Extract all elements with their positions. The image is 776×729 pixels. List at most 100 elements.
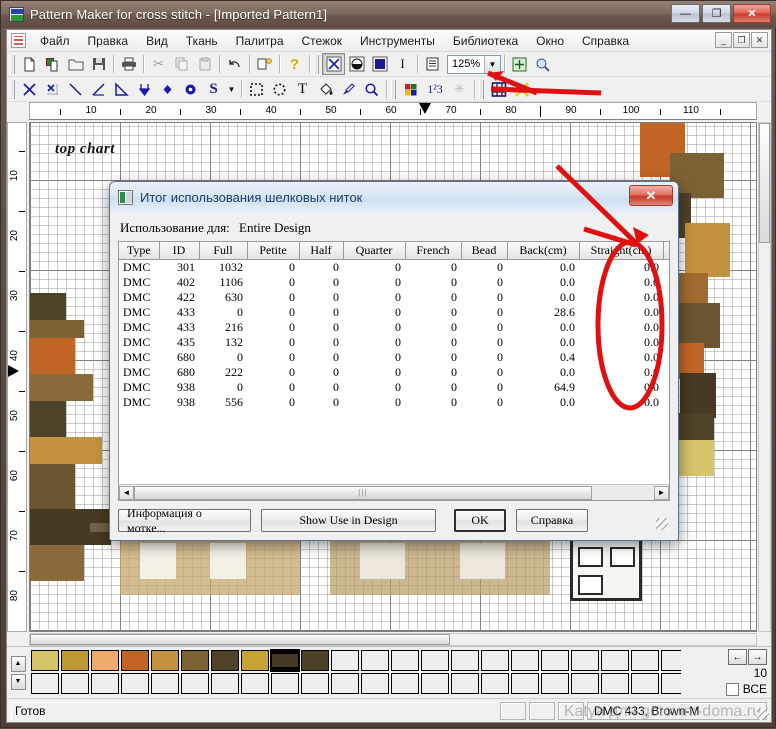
toolbar-grip[interactable] — [10, 79, 15, 99]
cut-icon[interactable]: ✂ — [147, 53, 170, 75]
table-horizontal-scrollbar[interactable]: ◄ ||| ► — [119, 484, 669, 500]
palette-swatch[interactable] — [31, 650, 59, 671]
help-button[interactable]: Справка — [516, 509, 588, 532]
palette-swatch-empty[interactable] — [481, 650, 509, 671]
list-view-icon[interactable] — [421, 53, 444, 75]
palette-swatch-empty[interactable] — [541, 673, 569, 694]
palette-show-all-toggle[interactable]: ВСЕ — [725, 682, 767, 696]
palette-swatch-empty[interactable] — [331, 673, 359, 694]
skein-info-button[interactable]: Информация о мотке... — [118, 506, 251, 535]
vertical-scrollbar-thumb[interactable] — [759, 123, 770, 243]
palette-swatch[interactable] — [121, 650, 149, 671]
help-icon[interactable]: ? — [283, 53, 306, 75]
menu-item-tools[interactable]: Инструменты — [351, 31, 444, 51]
french-knot-icon[interactable] — [156, 78, 179, 100]
numbering-icon[interactable]: 1²3 — [422, 78, 448, 100]
text-cursor-icon[interactable]: I — [391, 53, 414, 75]
import-pattern-icon[interactable] — [41, 53, 64, 75]
palette-swatch-empty[interactable] — [451, 650, 479, 671]
chevron-down-icon[interactable]: ▼ — [484, 55, 500, 73]
table-row[interactable]: DMC6800000000.40.00.01.000 — [119, 350, 669, 365]
menu-item-stitch[interactable]: Стежок — [293, 31, 352, 51]
toolbar-grip[interactable] — [479, 79, 484, 99]
document-restore-button[interactable]: ❐ — [733, 32, 750, 48]
palette-swatch-empty[interactable] — [31, 673, 59, 694]
table-row[interactable]: DMC3011032000000.00.00.01.000 — [119, 260, 669, 275]
table-scroll-region[interactable]: DMC3011032000000.00.00.01.000DMC40211060… — [119, 260, 669, 484]
open-folder-icon[interactable] — [64, 53, 87, 75]
palette-swatch[interactable] — [211, 650, 239, 671]
palette-swatch[interactable] — [151, 650, 179, 671]
palette-swatch-empty[interactable] — [361, 650, 389, 671]
paste-icon[interactable] — [193, 53, 216, 75]
palette-swatch-empty[interactable] — [391, 650, 419, 671]
palette-swatch-empty[interactable] — [511, 650, 539, 671]
minimize-button[interactable]: — — [671, 4, 700, 23]
full-stitch-icon[interactable] — [322, 53, 345, 75]
palette-swatch-empty[interactable] — [421, 673, 449, 694]
palette-swatch[interactable] — [270, 649, 300, 672]
palette-swatch-empty[interactable] — [361, 673, 389, 694]
column-header-type[interactable]: Type — [119, 242, 160, 260]
document-minimize-button[interactable]: _ — [715, 32, 732, 48]
palette-swatch-empty[interactable] — [511, 673, 539, 694]
palette-next-button[interactable]: → — [748, 649, 767, 665]
table-row[interactable]: DMC435132000000.00.00.01.000 — [119, 335, 669, 350]
dialog-resize-grip[interactable] — [656, 518, 668, 530]
menu-item-palette[interactable]: Палитра — [227, 31, 293, 51]
palette-swatch[interactable] — [91, 650, 119, 671]
magnifier-icon[interactable] — [360, 78, 383, 100]
palette-swatch-empty[interactable] — [211, 673, 239, 694]
column-header-spec-cm[interactable]: Spec.(cm) — [663, 242, 669, 260]
palette-swatch-empty[interactable] — [241, 673, 269, 694]
text-tool-icon[interactable]: T — [291, 78, 314, 100]
palette-swatch-empty[interactable] — [571, 650, 599, 671]
column-header-quarter[interactable]: Quarter — [343, 242, 406, 260]
column-header-half[interactable]: Half — [299, 242, 344, 260]
column-header-id[interactable]: ID — [159, 242, 200, 260]
dialog-close-button[interactable]: ✕ — [629, 185, 673, 206]
palette-swatch[interactable] — [301, 650, 329, 671]
column-header-full[interactable]: Full — [199, 242, 248, 260]
palette-swatch-empty[interactable] — [661, 673, 681, 694]
scrollbar-thumb[interactable]: ||| — [134, 485, 592, 500]
menu-item-file[interactable]: Файл — [31, 31, 79, 51]
sparkle-icon[interactable]: ✳ — [448, 78, 471, 100]
grid-toggle-icon[interactable] — [487, 78, 510, 100]
straight-stitch-icon[interactable] — [110, 78, 133, 100]
palette-swatch-empty[interactable] — [601, 673, 629, 694]
column-header-bead[interactable]: Bead — [461, 242, 508, 260]
palette-swatch-empty[interactable] — [541, 650, 569, 671]
cross-stitch-petite-icon[interactable] — [41, 78, 64, 100]
palette-swatch-empty[interactable] — [91, 673, 119, 694]
special-stitch-icon[interactable]: S — [202, 78, 225, 100]
palette-swatch[interactable] — [241, 650, 269, 671]
palette-swatch-empty[interactable] — [181, 673, 209, 694]
menu-item-library[interactable]: Библиотека — [444, 31, 527, 51]
palette-swatch-empty[interactable] — [391, 673, 419, 694]
horizontal-scrollbar[interactable] — [29, 633, 757, 646]
ok-button[interactable]: OK — [454, 509, 506, 532]
half-stitch-icon[interactable] — [345, 53, 368, 75]
zoom-selection-icon[interactable] — [531, 53, 554, 75]
properties-icon[interactable] — [253, 53, 276, 75]
resize-grip[interactable] — [757, 708, 769, 720]
palette-swatch-empty[interactable] — [331, 650, 359, 671]
scroll-left-button[interactable]: ◄ — [119, 485, 134, 500]
palette-swatch-empty[interactable] — [61, 673, 89, 694]
table-row[interactable]: DMC43300000028.60.00.01.000 — [119, 305, 669, 320]
palette-swatch-empty[interactable] — [121, 673, 149, 694]
hide-symbols-icon[interactable] — [510, 78, 533, 100]
special-dropdown-icon[interactable]: ▼ — [225, 78, 238, 100]
palette-swatch-empty[interactable] — [451, 673, 479, 694]
arrow-down-icon[interactable] — [133, 78, 156, 100]
table-row[interactable]: DMC4021106000000.00.00.01.000 — [119, 275, 669, 290]
palette-swatch-empty[interactable] — [301, 673, 329, 694]
palette-swatch-empty[interactable] — [631, 673, 659, 694]
maximize-button[interactable]: ❐ — [702, 4, 731, 23]
palette-swatch-empty[interactable] — [421, 650, 449, 671]
scrollbar-track[interactable]: ||| — [134, 485, 654, 500]
bead-icon[interactable] — [179, 78, 202, 100]
save-icon[interactable] — [87, 53, 110, 75]
toolbar-grip[interactable] — [391, 79, 396, 99]
